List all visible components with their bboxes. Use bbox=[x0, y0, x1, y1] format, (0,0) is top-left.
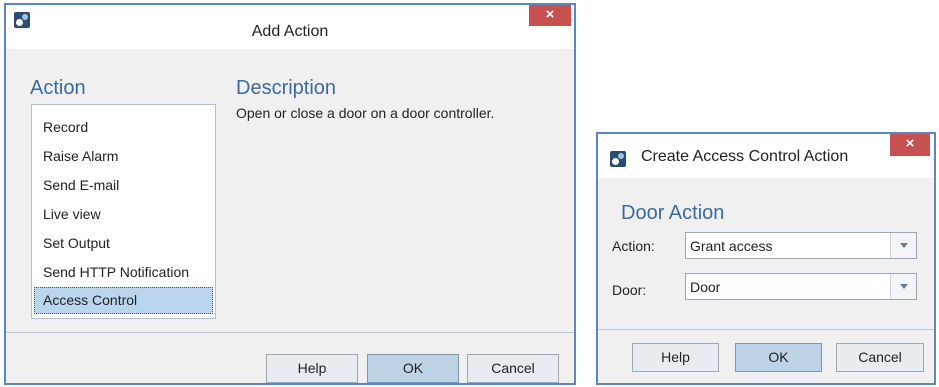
chevron-down-icon[interactable] bbox=[890, 274, 916, 299]
close-button[interactable]: × bbox=[890, 134, 930, 156]
help-button[interactable]: Help bbox=[632, 343, 719, 372]
list-item-record[interactable]: Record bbox=[34, 114, 213, 141]
list-item-send-http-notification[interactable]: Send HTTP Notification bbox=[34, 259, 213, 286]
add-action-title: Add Action bbox=[251, 23, 329, 40]
cancel-button[interactable]: Cancel bbox=[467, 354, 559, 383]
help-button[interactable]: Help bbox=[266, 354, 358, 383]
list-item-access-control[interactable]: Access Control bbox=[34, 287, 213, 314]
cancel-button[interactable]: Cancel bbox=[836, 343, 924, 372]
footer-divider bbox=[598, 329, 934, 330]
footer-divider bbox=[6, 332, 574, 333]
door-action-heading: Door Action bbox=[621, 202, 725, 224]
action-heading: Action bbox=[30, 77, 86, 99]
action-list[interactable]: Record Raise Alarm Send E-mail Live view… bbox=[31, 104, 216, 319]
close-button[interactable]: × bbox=[529, 5, 571, 26]
list-item-set-output[interactable]: Set Output bbox=[34, 230, 213, 257]
add-action-titlebar[interactable]: Add Action × bbox=[6, 5, 574, 49]
description-heading: Description bbox=[236, 77, 337, 99]
door-dropdown-value: Door bbox=[690, 279, 721, 295]
create-access-control-dialog: Create Access Control Action × Door Acti… bbox=[596, 132, 936, 385]
action-dropdown-value: Grant access bbox=[690, 238, 773, 254]
app-icon bbox=[610, 151, 626, 167]
add-action-dialog: Add Action × Action Description Open or … bbox=[4, 3, 576, 385]
ok-button[interactable]: OK bbox=[367, 354, 459, 383]
close-icon: × bbox=[545, 6, 555, 23]
description-text: Open or close a door on a door controlle… bbox=[236, 105, 495, 121]
chevron-down-icon[interactable] bbox=[890, 233, 916, 258]
access-control-titlebar[interactable]: Create Access Control Action × bbox=[598, 134, 934, 178]
action-field-label: Action: bbox=[612, 238, 655, 254]
close-icon: × bbox=[905, 135, 915, 152]
list-item-live-view[interactable]: Live view bbox=[34, 201, 213, 228]
door-dropdown[interactable]: Door bbox=[685, 273, 917, 300]
door-field-label: Door: bbox=[612, 282, 647, 298]
access-control-title: Create Access Control Action bbox=[641, 148, 849, 165]
ok-button[interactable]: OK bbox=[735, 343, 822, 372]
action-dropdown[interactable]: Grant access bbox=[685, 232, 917, 259]
list-item-raise-alarm[interactable]: Raise Alarm bbox=[34, 143, 213, 170]
list-item-send-email[interactable]: Send E-mail bbox=[34, 172, 213, 199]
